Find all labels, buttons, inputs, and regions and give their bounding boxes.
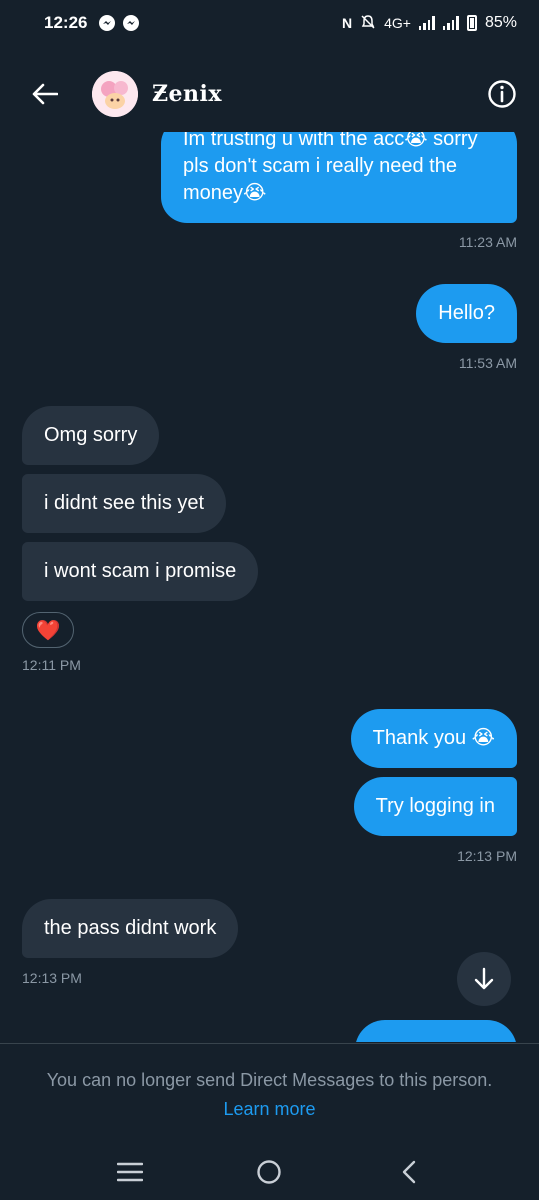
home-button[interactable] <box>249 1152 289 1192</box>
message-bubble-incoming[interactable]: the pass didnt work <box>22 899 239 958</box>
message-text: Hello? <box>438 302 495 324</box>
message-bubble-outgoing[interactable]: Thank you 😭 <box>350 709 517 768</box>
nfc-icon: N <box>341 15 353 31</box>
message-text: Omg sorry <box>44 424 138 446</box>
status-bar: 12:26 N 4G+ 85% <box>0 0 539 46</box>
status-time: 12:26 <box>44 13 88 32</box>
message-text: Thank you 😭 <box>372 727 495 749</box>
message-timestamp: 11:53 AM <box>458 355 517 371</box>
bell-muted-icon <box>360 14 376 33</box>
home-circle-icon <box>257 1159 282 1184</box>
heart-reaction[interactable]: ❤️ <box>22 612 74 648</box>
recent-apps-button[interactable] <box>110 1152 150 1192</box>
message-bubble-incoming[interactable]: Omg sorry <box>22 406 160 465</box>
scroll-to-bottom-button[interactable] <box>457 952 511 1006</box>
avatar[interactable] <box>92 71 138 117</box>
info-icon <box>488 80 516 108</box>
message-text: i wont scam i promise <box>44 560 237 582</box>
conversation-header: Ƶenix <box>0 56 539 132</box>
contact-name[interactable]: Ƶenix <box>152 81 222 107</box>
heart-icon: ❤️ <box>35 619 61 642</box>
signal-icon <box>442 16 459 30</box>
message-timestamp: 12:13 PM <box>22 970 82 986</box>
signal-icon <box>418 16 435 30</box>
learn-more-link[interactable]: Learn more <box>223 1099 315 1120</box>
notice-text: You can no longer send Direct Messages t… <box>46 1070 493 1090</box>
battery-icon <box>466 15 477 31</box>
message-text: Im trusting u with the acc😭 sorry pls do… <box>183 132 478 204</box>
back-nav-button[interactable] <box>389 1152 429 1192</box>
system-navigation-bar <box>0 1143 539 1200</box>
chevron-left-icon <box>402 1160 416 1183</box>
network-type: 4G+ <box>384 15 411 31</box>
message-bubble-outgoing[interactable]: Hello? <box>416 284 517 343</box>
status-indicators: N 4G+ 85% <box>342 14 517 33</box>
message-timestamp: 11:23 AM <box>458 234 517 250</box>
message-text: the pass didnt work <box>44 917 217 939</box>
message-thread[interactable]: Im trusting u with the acc😭 sorry pls do… <box>0 132 539 1042</box>
arrow-down-icon <box>474 967 494 990</box>
messenger-icon <box>123 15 140 31</box>
message-bubble-incoming[interactable]: i wont scam i promise <box>22 542 259 601</box>
message-timestamp: 12:13 PM <box>457 848 517 864</box>
dm-disabled-notice: You can no longer send Direct Messages t… <box>0 1043 539 1143</box>
message-bubble-outgoing[interactable]: Try logging in <box>353 777 517 836</box>
messenger-icon <box>99 15 116 31</box>
info-button[interactable] <box>487 79 517 109</box>
message-bubble-outgoing[interactable]: Im trusting u with the acc😭 sorry pls do… <box>161 132 517 223</box>
menu-lines-icon <box>116 1162 143 1181</box>
message-bubble-outgoing-partial[interactable] <box>355 1020 517 1042</box>
message-text: Try logging in <box>375 795 495 817</box>
battery-percent: 85% <box>484 14 517 31</box>
message-text: i didnt see this yet <box>44 492 205 514</box>
arrow-left-icon <box>32 83 58 105</box>
message-timestamp: 12:11 PM <box>22 657 81 673</box>
message-bubble-incoming[interactable]: i didnt see this yet <box>22 474 227 533</box>
back-button[interactable] <box>30 79 60 109</box>
